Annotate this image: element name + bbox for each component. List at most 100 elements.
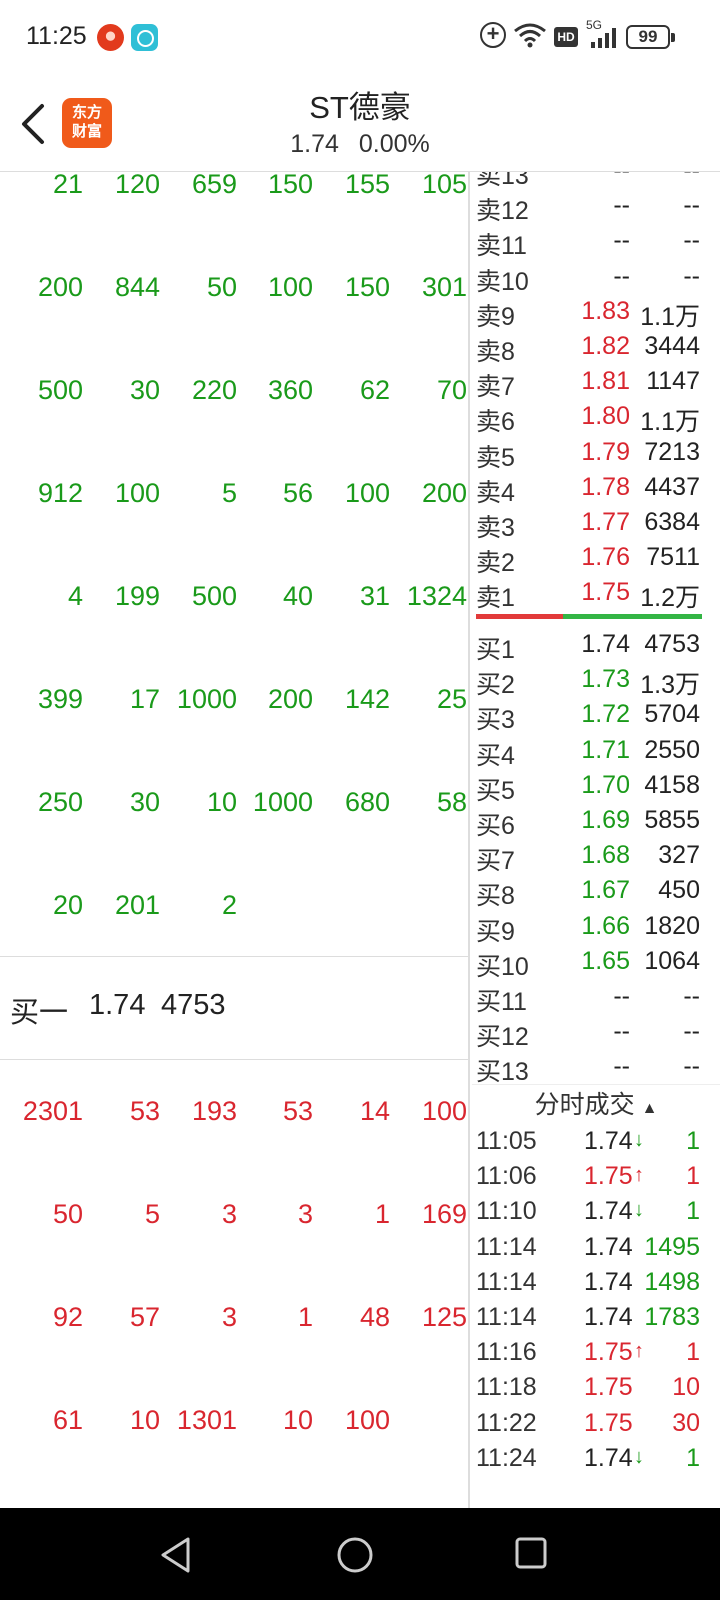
sell-level-row[interactable]: 卖2 1.76 7511 xyxy=(472,543,720,578)
sell-queue-cell: 200 xyxy=(267,684,313,714)
buy-level-row[interactable]: 买9 1.66 1820 xyxy=(472,912,720,947)
level-price: 1.79 xyxy=(581,437,630,466)
buy-queue-cell: 169 xyxy=(421,1199,467,1229)
buy-level-row[interactable]: 买11 -- -- xyxy=(472,982,720,1017)
level-volume: 1820 xyxy=(644,911,700,940)
bid-ratio xyxy=(563,614,702,619)
trade-price: 1.74 xyxy=(584,1443,633,1472)
level-price: 1.71 xyxy=(581,735,630,764)
sell-queue-cell: 2 xyxy=(221,890,237,920)
sell-level-row[interactable]: 卖6 1.80 1.1万 xyxy=(472,402,720,437)
order-queue-panel[interactable]: 21 120 659 150 155 105 200 844 50 100 150 301 500 30 2… xyxy=(0,172,470,1508)
trade-price: 1.75 xyxy=(584,1373,633,1402)
level-label: 卖2 xyxy=(476,549,515,578)
sell-queue-cell: 1324 xyxy=(406,581,467,611)
level-label: 买9 xyxy=(476,917,515,946)
order-book-panel[interactable]: 分时成交 ▲ 卖13----卖12----卖11----卖10----卖91.8… xyxy=(472,172,720,1508)
trade-volume: 1 xyxy=(686,1197,700,1226)
eastmoney-logo[interactable]: 东方 财富 xyxy=(62,98,112,148)
sell-queue-cell: 912 xyxy=(37,478,83,508)
trade-volume: 1 xyxy=(686,1162,700,1191)
buy-level-row[interactable]: 买7 1.68 327 xyxy=(472,841,720,876)
sell-level-row[interactable]: 卖9 1.83 1.1万 xyxy=(472,297,720,332)
level-price: 1.81 xyxy=(581,367,630,396)
buy-queue-cell: 10 xyxy=(282,1405,313,1435)
sell-level-row[interactable]: 卖12 -- -- xyxy=(472,191,720,226)
buy-level-row[interactable]: 买2 1.73 1.3万 xyxy=(472,665,720,700)
trade-time: 11:10 xyxy=(476,1197,537,1226)
level-label: 卖3 xyxy=(476,514,515,542)
trade-row: 11:16 1.75 ↑ 1 xyxy=(472,1338,720,1373)
app-red-icon xyxy=(97,24,124,51)
trade-price: 1.75 xyxy=(584,1408,633,1437)
level-price: 1.82 xyxy=(581,332,630,360)
trade-price: 1.75 xyxy=(584,1162,633,1191)
sell-queue-row: 399 17 1000 200 142 25 xyxy=(0,684,468,724)
buy-level-row[interactable]: 买12 -- -- xyxy=(472,1017,720,1052)
nav-recents-icon[interactable] xyxy=(514,1536,548,1570)
level-price: 1.69 xyxy=(581,806,630,834)
level-label: 卖8 xyxy=(476,338,515,366)
trade-price: 1.75 xyxy=(584,1338,633,1367)
trades-header-label: 分时成交 xyxy=(534,1091,635,1119)
trade-time: 11:06 xyxy=(476,1162,537,1191)
sell-queue-cell: 56 xyxy=(282,478,313,508)
sell-queue-cell: 200 xyxy=(37,272,83,302)
buy-level-row[interactable]: 买10 1.65 1064 xyxy=(472,947,720,982)
sell-queue-cell: 30 xyxy=(129,787,160,817)
sell-level-row[interactable]: 卖1 1.75 1.2万 xyxy=(472,578,720,613)
app-cyan-icon xyxy=(131,24,158,51)
back-arrow-icon[interactable] xyxy=(14,100,54,148)
status-time: 11:25 xyxy=(26,22,87,50)
buy1-bar: 买一 1.74 4753 xyxy=(0,956,468,1060)
buy-level-row[interactable]: 买3 1.72 5704 xyxy=(472,700,720,735)
sell-level-row[interactable]: 卖8 1.82 3444 xyxy=(472,332,720,367)
buy-queue-cell: 1 xyxy=(374,1199,390,1229)
level-label: 卖12 xyxy=(476,197,529,226)
sell-queue-cell: 100 xyxy=(344,478,390,508)
nav-back-icon[interactable] xyxy=(158,1536,194,1574)
sell-level-row[interactable]: 卖5 1.79 7213 xyxy=(472,438,720,473)
trade-volume: 1 xyxy=(686,1127,700,1155)
trade-row: 11:05 1.74 ↓ 1 xyxy=(472,1127,720,1162)
logo-line1: 东方 xyxy=(71,104,102,121)
buy-level-row[interactable]: 买1 1.74 4753 xyxy=(472,630,720,665)
buy1-label: 买一 xyxy=(10,997,69,1029)
buy1-price: 1.74 xyxy=(89,989,146,1021)
trade-time: 11:14 xyxy=(476,1232,537,1261)
buy-level-row[interactable]: 买8 1.67 450 xyxy=(472,876,720,911)
level-label: 卖13 xyxy=(476,172,529,190)
signal-icon xyxy=(591,28,616,48)
sort-up-icon: ▲ xyxy=(641,1100,658,1117)
sell-level-row[interactable]: 卖3 1.77 6384 xyxy=(472,508,720,543)
sell-queue-cell: 1000 xyxy=(252,787,313,817)
level-volume: 1064 xyxy=(644,946,700,975)
buy-queue-row: 50 5 3 3 1 169 xyxy=(0,1199,468,1239)
buy-level-row[interactable]: 买13 -- -- xyxy=(472,1052,720,1087)
sell-queue-cell: 4 xyxy=(67,581,83,611)
sell-queue-row: 250 30 10 1000 680 58 xyxy=(0,787,468,827)
level-volume: -- xyxy=(683,191,700,220)
buy-level-row[interactable]: 买5 1.70 4158 xyxy=(472,771,720,806)
sell-queue-cell: 25 xyxy=(436,684,467,714)
sell-level-row[interactable]: 卖11 -- -- xyxy=(472,226,720,261)
buy-queue-cell: 48 xyxy=(359,1302,390,1332)
arrow-up-icon: ↑ xyxy=(634,1340,644,1363)
level-volume: 1.2万 xyxy=(640,584,700,613)
sell-level-row[interactable]: 卖4 1.78 4437 xyxy=(472,473,720,508)
sell-queue-cell: 155 xyxy=(344,172,390,199)
sell-level-row[interactable]: 卖10 -- -- xyxy=(472,262,720,297)
header: ST德豪 1.74 0.00% 东方 财富 xyxy=(0,76,720,172)
nav-home-icon[interactable] xyxy=(336,1536,374,1574)
trade-time: 11:22 xyxy=(476,1408,537,1437)
sell-level-row[interactable]: 卖7 1.81 1147 xyxy=(472,367,720,402)
trade-price: 1.74 xyxy=(584,1267,633,1296)
sell-level-row[interactable]: 卖13 -- -- xyxy=(472,172,720,191)
level-label: 卖5 xyxy=(476,443,515,472)
trades-header[interactable]: 分时成交 ▲ xyxy=(472,1084,720,1124)
trade-row: 11:10 1.74 ↓ 1 xyxy=(472,1197,720,1232)
level-label: 卖9 xyxy=(476,302,515,331)
buy-level-row[interactable]: 买6 1.69 5855 xyxy=(472,806,720,841)
buy-level-row[interactable]: 买4 1.71 2550 xyxy=(472,736,720,771)
sell-queue-cell: 5 xyxy=(221,478,237,508)
